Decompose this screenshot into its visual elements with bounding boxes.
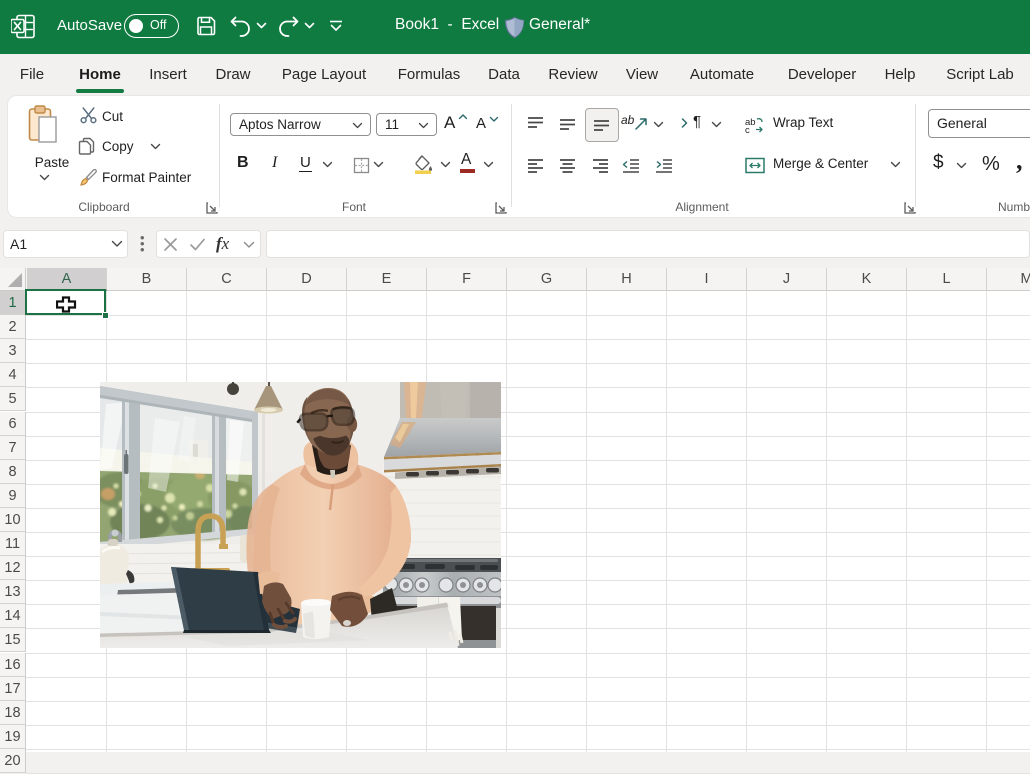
svg-text:c: c	[745, 125, 750, 134]
